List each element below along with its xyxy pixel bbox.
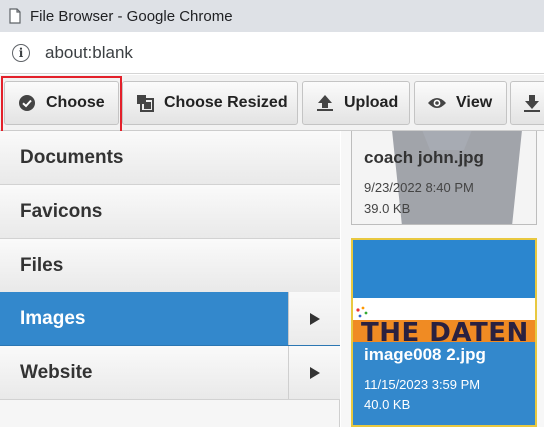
download-button[interactable] — [510, 81, 544, 125]
upload-button-label: Upload — [344, 94, 399, 111]
eye-icon — [427, 93, 447, 113]
folder-label: Files — [20, 254, 64, 276]
chevron-right-icon — [309, 312, 320, 325]
choose-button-label: Choose — [46, 94, 105, 111]
file-date: 11/15/2023 3:59 PM — [364, 377, 481, 392]
file-icon — [7, 8, 23, 24]
address-bar[interactable]: i about:blank — [0, 32, 544, 74]
file-name: coach john.jpg — [364, 148, 484, 167]
choose-resized-button[interactable]: Choose Resized — [122, 81, 298, 125]
upload-button[interactable]: Upload — [302, 81, 410, 125]
folder-label: Favicons — [20, 200, 103, 222]
folder-label: Images — [20, 307, 86, 329]
view-button-label: View — [456, 94, 493, 111]
folder-item-files[interactable]: Files — [0, 239, 340, 293]
file-size: 40.0 KB — [364, 397, 411, 412]
choose-button[interactable]: Choose — [4, 81, 119, 125]
folder-item-favicons[interactable]: Favicons — [0, 185, 340, 239]
resize-icon — [135, 93, 155, 113]
download-icon — [523, 93, 541, 113]
folder-item-website[interactable]: Website — [0, 346, 340, 400]
check-circle-icon — [17, 93, 37, 113]
chevron-right-icon — [309, 366, 320, 379]
window-title-bar: File Browser - Google Chrome — [0, 0, 544, 32]
file-date: 9/23/2022 8:40 PM — [364, 180, 474, 195]
image-thumbnail: THE DATEN — [353, 298, 535, 342]
folder-item-documents[interactable]: Documents — [0, 131, 340, 185]
view-button[interactable]: View — [414, 81, 507, 125]
info-icon[interactable]: i — [12, 43, 30, 62]
expand-images-button[interactable] — [288, 292, 340, 345]
file-browser-toolbar: Choose Choose Resized Upload View — [0, 75, 544, 131]
file-name: image008 2.jpg — [364, 345, 486, 364]
file-card-coach-john[interactable]: coach john.jpg 9/23/2022 8:40 PM 39.0 KB — [351, 131, 537, 225]
window-title: File Browser - Google Chrome — [30, 7, 233, 25]
upload-icon — [315, 93, 335, 113]
folder-label: Website — [20, 361, 93, 383]
thumbnail-text: THE DATEN — [361, 318, 529, 342]
file-size: 39.0 KB — [364, 201, 411, 216]
file-card-image008-2[interactable]: THE DATEN image008 2.jpg 11/15/2023 3:59… — [351, 238, 537, 427]
file-panel: coach john.jpg 9/23/2022 8:40 PM 39.0 KB… — [341, 131, 544, 427]
expand-website-button[interactable] — [288, 346, 340, 399]
folder-list: Documents Favicons Files Images Website — [0, 131, 340, 427]
folder-item-images[interactable]: Images — [0, 292, 340, 346]
choose-resized-button-label: Choose Resized — [164, 94, 288, 111]
folder-label: Documents — [20, 146, 124, 168]
url-text[interactable]: about:blank — [45, 43, 133, 63]
